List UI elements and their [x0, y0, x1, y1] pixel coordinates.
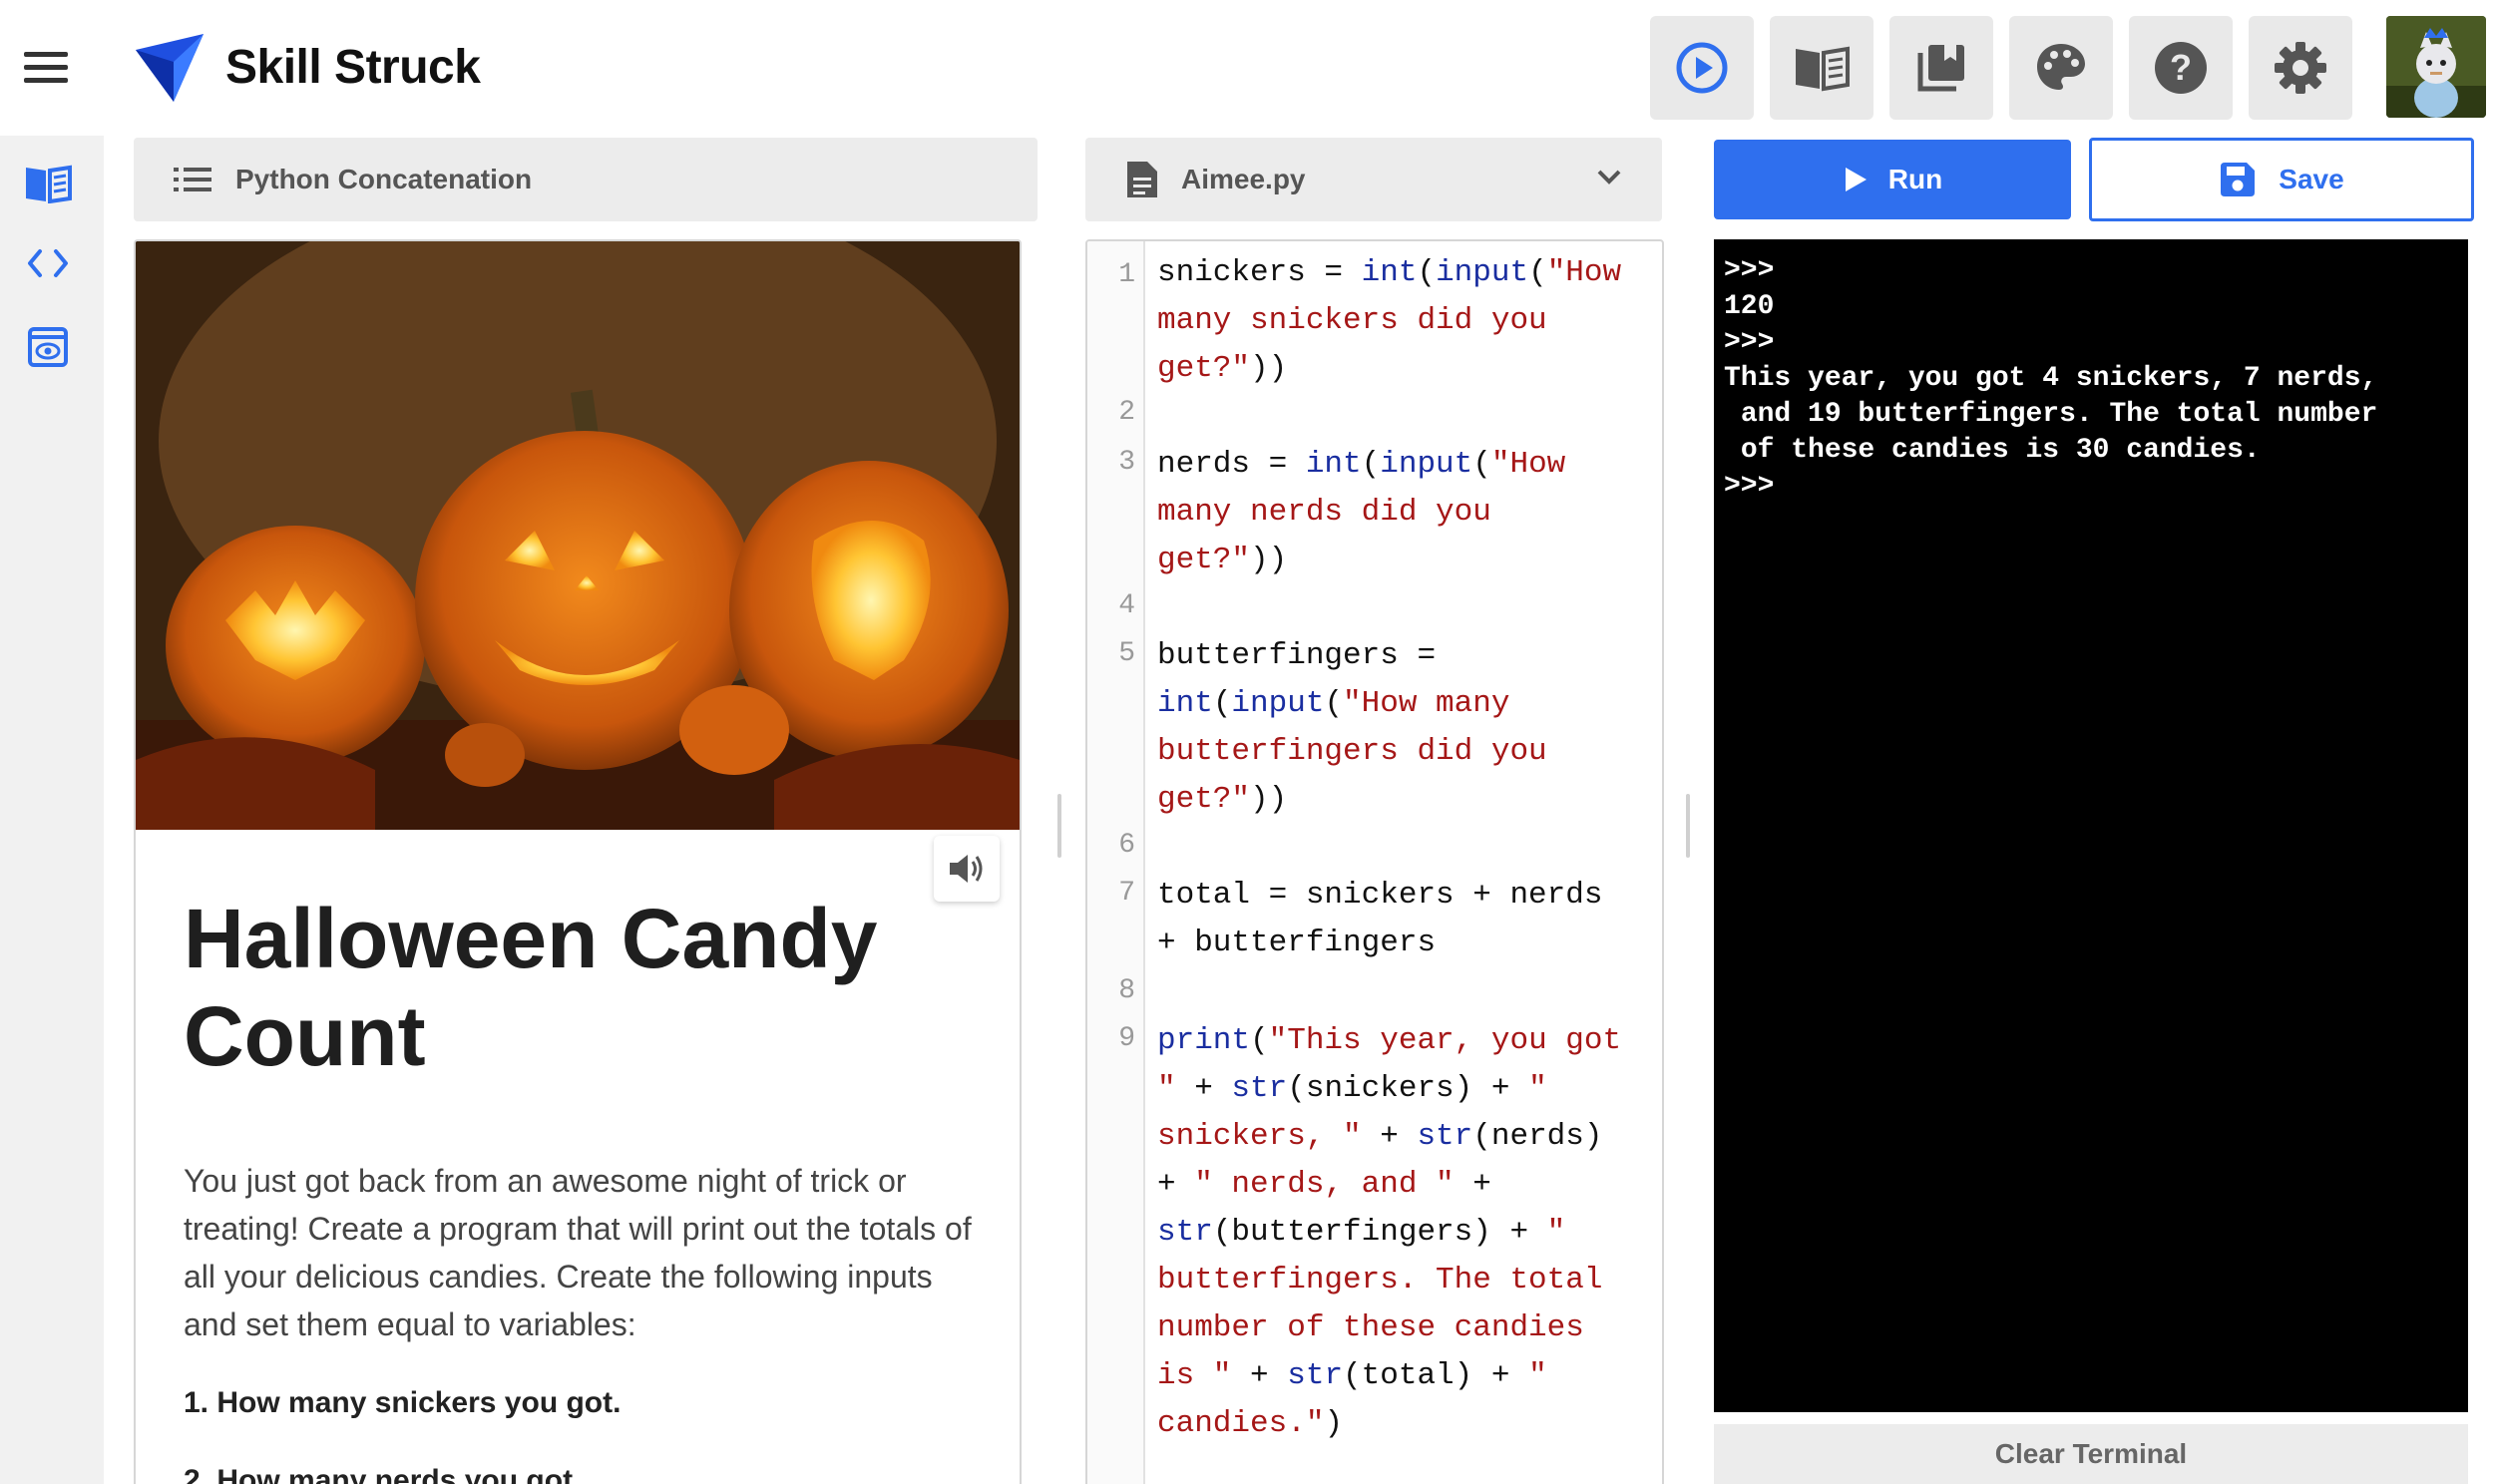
terminal-line: >>> — [1724, 327, 1775, 358]
code-line[interactable]: + butterfingers — [1157, 926, 1436, 960]
lesson-step: 2. How many nerds you got. — [184, 1464, 582, 1484]
line-number: 7 — [1118, 878, 1135, 909]
code-editor[interactable]: 1 2 3 4 5 6 7 8 9 snickers = int(input("… — [1085, 239, 1664, 1484]
code-line[interactable]: " + str(snickers) + " — [1157, 1071, 1547, 1106]
code-line[interactable]: many snickers did you — [1157, 303, 1547, 338]
line-number-gutter: 1 2 3 4 5 6 7 8 9 — [1087, 241, 1145, 1484]
code-line[interactable]: snickers = int(input("How — [1157, 255, 1621, 290]
save-button-label: Save — [2279, 164, 2344, 194]
preview-eye-icon — [28, 327, 68, 367]
line-number: 9 — [1118, 1023, 1135, 1054]
rail-code-button[interactable] — [20, 235, 76, 291]
lesson-step: 1. How many snickers you got. — [184, 1386, 622, 1419]
save-button[interactable]: Save — [2089, 138, 2474, 221]
left-rail — [0, 136, 104, 1484]
rail-preview-button[interactable] — [20, 319, 76, 375]
code-line[interactable]: butterfingers = — [1157, 638, 1436, 673]
line-number: 3 — [1118, 447, 1135, 478]
terminal-line: of these candies is 30 candies. — [1724, 435, 2261, 466]
pumpkins-illustration — [136, 241, 1020, 830]
gear-icon — [2275, 42, 2326, 94]
terminal-line: 120 — [1724, 291, 1775, 322]
file-icon — [1127, 162, 1157, 197]
file-selector[interactable]: Aimee.py — [1085, 138, 1662, 221]
line-number: 1 — [1118, 259, 1135, 290]
panel-splitter[interactable] — [1057, 794, 1061, 858]
lesson-title-line1: Halloween Candy — [184, 892, 878, 985]
theme-button[interactable] — [2009, 16, 2113, 120]
help-icon: ? — [2155, 42, 2207, 94]
code-line[interactable]: butterfingers. The total — [1157, 1263, 1602, 1298]
top-bar: Skill Struck ? — [0, 0, 2498, 136]
code-line[interactable]: is " + str(total) + " — [1157, 1358, 1547, 1393]
lesson-title-line2: Count — [184, 989, 426, 1083]
line-number: 4 — [1118, 590, 1135, 621]
lesson-card: Halloween Candy Count You just got back … — [134, 239, 1022, 1484]
terminal-output[interactable]: >>> 120 >>> This year, you got 4 snicker… — [1714, 239, 2468, 1412]
code-line[interactable]: + " nerds, and " + — [1157, 1167, 1491, 1202]
settings-button[interactable] — [2249, 16, 2352, 120]
lesson-header-label: Python Concatenation — [235, 164, 533, 194]
code-line[interactable]: total = snickers + nerds — [1157, 878, 1602, 913]
code-line[interactable]: candies.") — [1157, 1406, 1343, 1441]
lesson-title: Halloween Candy Count — [184, 890, 962, 1085]
run-button[interactable]: Run — [1714, 140, 2071, 219]
clear-terminal-button[interactable]: Clear Terminal — [1714, 1424, 2468, 1484]
palette-icon — [2037, 44, 2085, 90]
terminal-line: This year, you got 4 snickers, 7 nerds, — [1724, 363, 2378, 394]
lessons-button[interactable] — [1770, 16, 1874, 120]
lesson-image — [136, 241, 1020, 830]
line-number: 5 — [1118, 638, 1135, 669]
clear-terminal-label: Clear Terminal — [1994, 1438, 2188, 1469]
code-brackets-icon — [28, 249, 68, 277]
line-number: 6 — [1118, 830, 1135, 861]
code-line[interactable]: print("This year, you got — [1157, 1023, 1621, 1058]
preview-button[interactable] — [1650, 16, 1754, 120]
code-line[interactable]: get?")) — [1157, 543, 1287, 577]
play-circle-icon — [1676, 42, 1728, 94]
lesson-description: You just got back from an awesome night … — [184, 1163, 972, 1342]
avatar-image — [2386, 16, 2486, 118]
filename-label: Aimee.py — [1181, 164, 1306, 194]
brand-name: Skill Struck — [225, 41, 481, 94]
code-line[interactable]: str(butterfingers) + " — [1157, 1215, 1565, 1250]
run-button-label: Run — [1887, 164, 1943, 194]
terminal-line: >>> — [1724, 471, 1775, 502]
library-icon — [1917, 45, 1964, 92]
speaker-icon — [950, 855, 983, 883]
chevron-down-icon — [1597, 170, 1621, 185]
play-icon — [1845, 168, 1867, 191]
code-line[interactable]: nerds = int(input("How — [1157, 447, 1565, 482]
user-avatar[interactable] — [2386, 16, 2486, 118]
book-icon — [1796, 46, 1850, 92]
code-line[interactable]: snickers, " + str(nerds) — [1157, 1119, 1603, 1154]
hamburger-menu-icon[interactable] — [24, 52, 68, 84]
code-line[interactable]: get?")) — [1157, 782, 1287, 817]
skill-struck-logo — [136, 34, 204, 102]
lesson-header[interactable]: Python Concatenation — [134, 138, 1038, 221]
help-button[interactable]: ? — [2129, 16, 2233, 120]
svg-text:?: ? — [2170, 47, 2192, 88]
code-line[interactable]: number of these candies — [1157, 1310, 1584, 1345]
line-number: 2 — [1118, 397, 1135, 428]
rail-lesson-button[interactable] — [20, 156, 76, 211]
book-open-icon — [26, 165, 72, 203]
code-line[interactable]: int(input("How many — [1157, 686, 1509, 721]
code-line[interactable]: many nerds did you — [1157, 495, 1491, 530]
line-number: 8 — [1118, 975, 1135, 1006]
terminal-line: and 19 butterfingers. The total number — [1724, 399, 2378, 430]
panel-splitter[interactable] — [1686, 794, 1690, 858]
terminal-line: >>> — [1724, 255, 1775, 286]
code-line[interactable]: butterfingers did you — [1157, 734, 1547, 769]
list-icon — [174, 168, 211, 191]
save-icon — [2221, 163, 2256, 196]
code-line[interactable]: get?")) — [1157, 351, 1287, 386]
library-button[interactable] — [1889, 16, 1993, 120]
